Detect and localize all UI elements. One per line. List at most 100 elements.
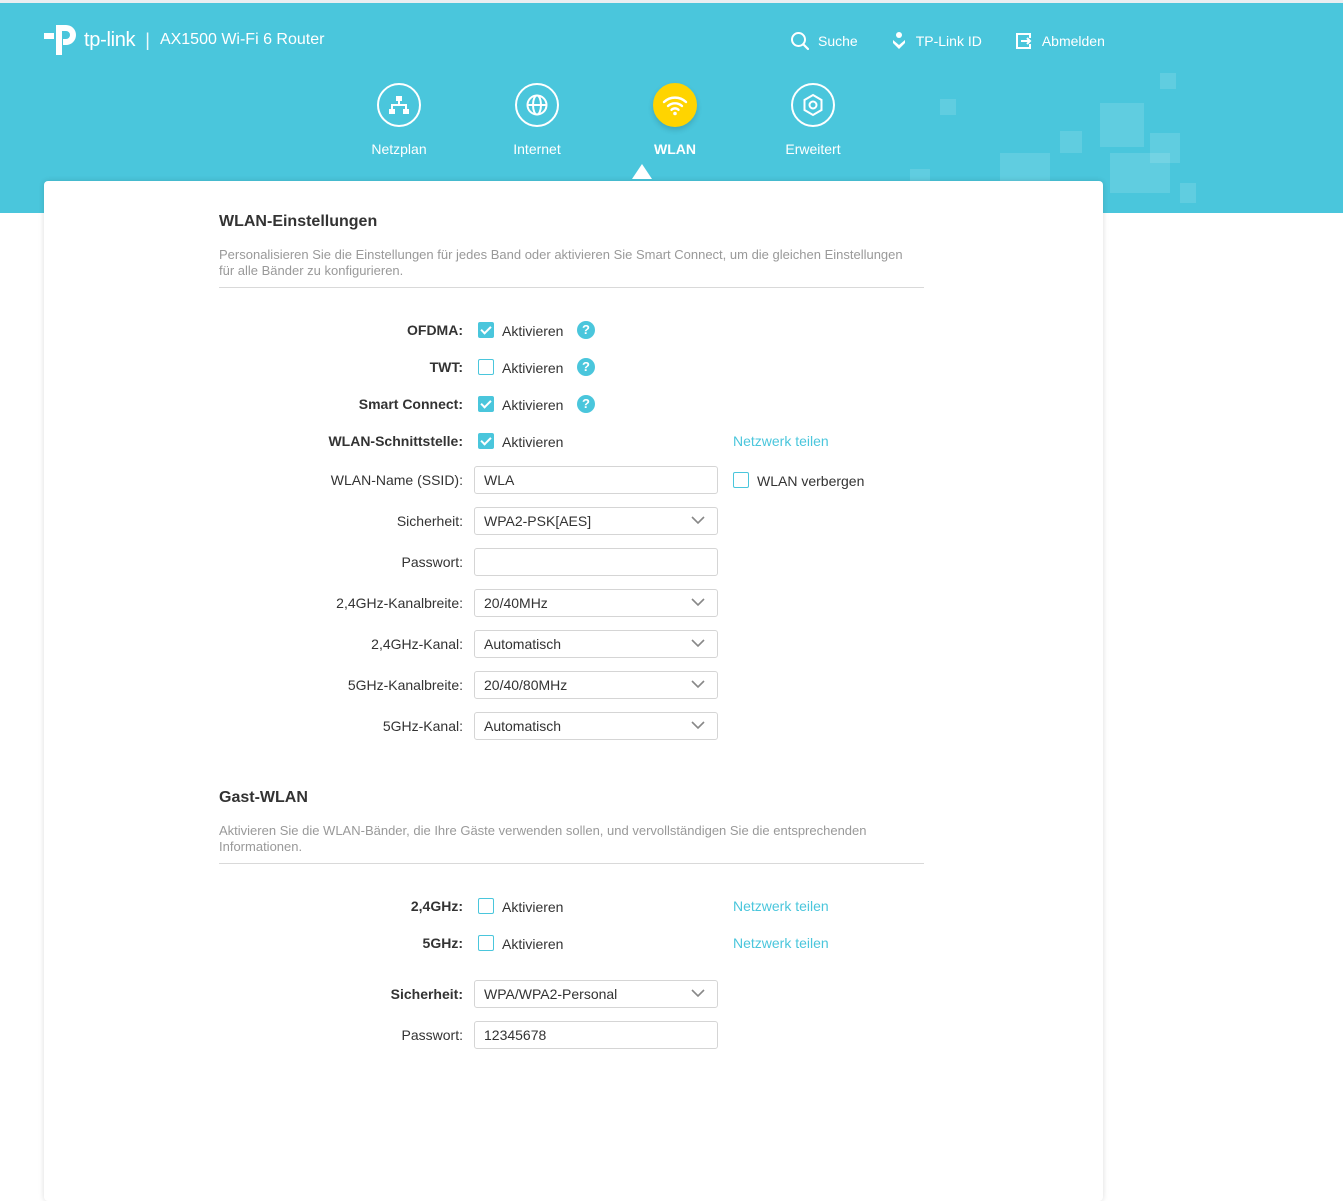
bandwidth-24-label: 2,4GHz-Kanalbreite: <box>336 595 463 611</box>
security-label: Sicherheit: <box>396 513 463 529</box>
bandwidth-24-select[interactable]: 20/40MHz <box>474 589 718 617</box>
bandwidth-5-label: 5GHz-Kanalbreite: <box>347 677 463 693</box>
ofdma-label: OFDMA: <box>407 322 463 338</box>
nav-label: WLAN <box>654 141 696 157</box>
ofdma-option-label: Aktivieren <box>502 323 564 339</box>
decor-pixel <box>1060 131 1082 153</box>
chevron-down-icon <box>691 989 705 998</box>
ofdma-checkbox[interactable] <box>478 322 494 338</box>
nav-icon-circle <box>653 83 697 127</box>
channel-24-value: Automatisch <box>484 636 562 652</box>
guest-wlan-title: Gast-WLAN <box>219 789 308 806</box>
nav-icon-circle <box>791 83 835 127</box>
decor-pixel <box>1160 73 1176 89</box>
settings-card: WLAN-Einstellungen Personalisieren Sie d… <box>44 181 1103 1201</box>
twt-label: TWT: <box>429 359 463 375</box>
share-network-link[interactable]: Netzwerk teilen <box>733 433 829 449</box>
nav-label: Erweitert <box>785 141 841 157</box>
channel-24-select[interactable]: Automatisch <box>474 630 718 658</box>
guest-security-select[interactable]: WPA/WPA2-Personal <box>474 980 718 1008</box>
guest-24-share-link[interactable]: Netzwerk teilen <box>733 898 829 914</box>
network-map-icon <box>389 96 409 114</box>
section-divider <box>219 863 924 864</box>
logout-icon <box>1015 33 1032 49</box>
nav-internet[interactable]: Internet <box>468 83 606 157</box>
smart-connect-checkbox[interactable] <box>478 396 494 412</box>
nav-icon-circle <box>515 83 559 127</box>
router-model: AX1500 Wi-Fi 6 Router <box>159 31 325 48</box>
brand-name: tp-link <box>84 28 136 51</box>
tplink-id-label: TP-Link ID <box>915 33 982 49</box>
main-nav: Netzplan Internet WLAN Erweitert <box>330 83 882 157</box>
bandwidth-24-value: 20/40MHz <box>484 595 548 611</box>
guest-5-option-label: Aktivieren <box>502 936 564 952</box>
guest-security-label: Sicherheit: <box>390 986 463 1002</box>
tplink-id-icon <box>892 32 905 49</box>
channel-5-select[interactable]: Automatisch <box>474 712 718 740</box>
decor-pixel <box>1110 153 1170 193</box>
section-divider <box>219 287 924 288</box>
guest-wlan-description: Aktivieren Sie die WLAN-Bänder, die Ihre… <box>219 823 867 854</box>
guest-5-label: 5GHz: <box>422 935 463 951</box>
tplink-id-button[interactable]: TP-Link ID <box>890 31 982 51</box>
decor-pixel <box>1100 103 1144 147</box>
channel-24-label: 2,4GHz-Kanal: <box>371 636 463 652</box>
guest-security-value: WPA/WPA2-Personal <box>484 986 618 1002</box>
guest-5-checkbox[interactable] <box>478 935 494 951</box>
wlan-settings-title: WLAN-Einstellungen <box>219 213 378 230</box>
channel-5-value: Automatisch <box>484 718 562 734</box>
logout-label: Abmelden <box>1041 33 1105 49</box>
password-input[interactable] <box>474 548 718 576</box>
nav-icon-circle <box>377 83 421 127</box>
chevron-down-icon <box>691 721 705 730</box>
nav-label: Internet <box>513 141 561 157</box>
search-button[interactable]: Suche <box>790 31 858 51</box>
ofdma-help-icon[interactable]: ? <box>577 321 595 339</box>
guest-24-option-label: Aktivieren <box>502 899 564 915</box>
chevron-down-icon <box>691 639 705 648</box>
decor-pixel <box>940 99 956 115</box>
wifi-icon <box>662 96 688 116</box>
hide-ssid-label: WLAN verbergen <box>757 473 865 489</box>
security-select[interactable]: WPA2-PSK[AES] <box>474 507 718 535</box>
channel-5-label: 5GHz-Kanal: <box>382 718 463 734</box>
chevron-down-icon <box>691 680 705 689</box>
top-actions: Suche TP-Link ID Abmelden <box>790 31 1137 51</box>
smart-connect-help-icon[interactable]: ? <box>577 395 595 413</box>
decor-pixel <box>1180 183 1196 203</box>
hide-ssid-checkbox[interactable] <box>733 472 749 488</box>
active-nav-pointer <box>632 164 652 179</box>
nav-erweitert[interactable]: Erweitert <box>744 83 882 157</box>
guest-24-checkbox[interactable] <box>478 898 494 914</box>
guest-password-label: Passwort: <box>401 1027 463 1043</box>
nav-netzplan[interactable]: Netzplan <box>330 83 468 157</box>
search-icon <box>791 32 810 51</box>
wlan-settings-description: Personalisieren Sie die Einstellungen fü… <box>219 247 903 278</box>
tp-link-logo-icon <box>44 25 76 55</box>
guest-5-share-link[interactable]: Netzwerk teilen <box>733 935 829 951</box>
guest-password-input[interactable]: 12345678 <box>474 1021 718 1049</box>
wlan-interface-label: WLAN-Schnittstelle: <box>328 433 463 449</box>
globe-icon <box>526 94 548 116</box>
search-label: Suche <box>818 33 858 49</box>
bandwidth-5-value: 20/40/80MHz <box>484 677 568 693</box>
bandwidth-5-select[interactable]: 20/40/80MHz <box>474 671 718 699</box>
logout-button[interactable]: Abmelden <box>1014 31 1105 51</box>
wlan-interface-checkbox[interactable] <box>478 433 494 449</box>
twt-help-icon[interactable]: ? <box>577 358 595 376</box>
brand-logo[interactable]: tp-link | AX1500 Wi-Fi 6 Router <box>44 21 324 59</box>
chevron-down-icon <box>691 598 705 607</box>
nav-label: Netzplan <box>371 141 427 157</box>
twt-option-label: Aktivieren <box>502 360 564 376</box>
smart-connect-option-label: Aktivieren <box>502 397 564 413</box>
twt-checkbox[interactable] <box>478 359 494 375</box>
chevron-down-icon <box>691 516 705 525</box>
nav-wlan[interactable]: WLAN <box>606 83 744 157</box>
password-label: Passwort: <box>401 554 463 570</box>
ssid-input[interactable]: WLA <box>474 466 718 494</box>
security-value: WPA2-PSK[AES] <box>484 513 592 529</box>
brand-separator: | <box>145 29 150 50</box>
wlan-interface-option-label: Aktivieren <box>502 434 564 450</box>
gear-icon <box>803 93 823 117</box>
guest-24-label: 2,4GHz: <box>410 898 463 914</box>
